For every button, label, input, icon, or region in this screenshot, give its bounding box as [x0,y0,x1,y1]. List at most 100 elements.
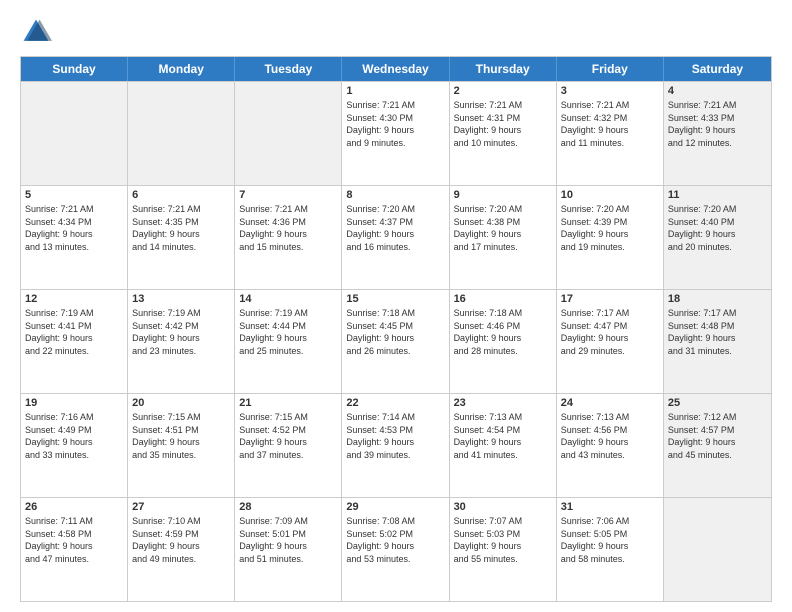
cal-cell-13: 13 Sunrise: 7:19 AMSunset: 4:42 PMDayligh… [128,290,235,393]
day-number: 10 [561,189,659,201]
cell-info: Sunrise: 7:21 AMSunset: 4:30 PMDaylight:… [346,99,444,149]
cal-cell-17: 17Sunrise: 7:17 AMSunset: 4:47 PMDayligh… [557,290,664,393]
cal-cell-26: 26Sunrise: 7:11 AMSunset: 4:58 PMDayligh… [21,498,128,601]
cal-cell-12: 12 Sunrise: 7:19 AMSunset: 4:41 PMDayligh… [21,290,128,393]
day-number: 31 [561,501,659,513]
cal-cell-30: 30 Sunrise: 7:07 AMSunset: 5:03 PMDayligh… [450,498,557,601]
cal-cell-22: 22 Sunrise: 7:14 AMSunset: 4:53 PMDayligh… [342,394,449,497]
logo-icon [20,16,52,48]
cal-cell-empty-0-2 [235,82,342,185]
day-number: 14 [239,293,337,305]
cal-cell-2: 2Sunrise: 7:21 AMSunset: 4:31 PMDaylight… [450,82,557,185]
day-number: 7 [239,189,337,201]
cal-header-monday: Monday [128,57,235,81]
cell-info: Sunrise: 7:20 AMSunset: 4:39 PMDaylight:… [561,203,659,253]
cal-cell-27: 27 Sunrise: 7:10 AMSunset: 4:59 PMDayligh… [128,498,235,601]
cal-cell-empty-4-6 [664,498,771,601]
cal-cell-23: 23 Sunrise: 7:13 AMSunset: 4:54 PMDayligh… [450,394,557,497]
cal-cell-7: 7 Sunrise: 7:21 AMSunset: 4:36 PMDaylight… [235,186,342,289]
page: SundayMondayTuesdayWednesdayThursdayFrid… [0,0,792,612]
cal-week-3: 12 Sunrise: 7:19 AMSunset: 4:41 PMDayligh… [21,289,771,393]
cal-cell-6: 6 Sunrise: 7:21 AMSunset: 4:35 PMDaylight… [128,186,235,289]
cell-info: Sunrise: 7:15 AMSunset: 4:52 PMDaylight:… [239,411,337,461]
cal-cell-empty-0-1 [128,82,235,185]
day-number: 16 [454,293,552,305]
day-number: 17 [561,293,659,305]
cal-cell-9: 9Sunrise: 7:20 AMSunset: 4:38 PMDaylight… [450,186,557,289]
day-number: 18 [668,293,767,305]
cal-week-1: 1Sunrise: 7:21 AMSunset: 4:30 PMDaylight… [21,81,771,185]
cell-info: Sunrise: 7:21 AMSunset: 4:34 PMDaylight:… [25,203,123,253]
cal-cell-24: 24 Sunrise: 7:13 AMSunset: 4:56 PMDayligh… [557,394,664,497]
cell-info: Sunrise: 7:16 AMSunset: 4:49 PMDaylight:… [25,411,123,461]
cal-header-sunday: Sunday [21,57,128,81]
cal-cell-11: 11 Sunrise: 7:20 AMSunset: 4:40 PMDayligh… [664,186,771,289]
day-number: 3 [561,85,659,97]
day-number: 21 [239,397,337,409]
day-number: 24 [561,397,659,409]
cell-info: Sunrise: 7:20 AMSunset: 4:38 PMDaylight:… [454,203,552,253]
cell-info: Sunrise: 7:07 AMSunset: 5:03 PMDaylight:… [454,515,552,565]
cell-info: Sunrise: 7:14 AMSunset: 4:53 PMDaylight:… [346,411,444,461]
cal-cell-21: 21 Sunrise: 7:15 AMSunset: 4:52 PMDayligh… [235,394,342,497]
day-number: 11 [668,189,767,201]
cal-cell-14: 14 Sunrise: 7:19 AMSunset: 4:44 PMDayligh… [235,290,342,393]
cal-week-4: 19Sunrise: 7:16 AMSunset: 4:49 PMDayligh… [21,393,771,497]
cal-cell-5: 5 Sunrise: 7:21 AMSunset: 4:34 PMDaylight… [21,186,128,289]
cal-cell-16: 16 Sunrise: 7:18 AMSunset: 4:46 PMDayligh… [450,290,557,393]
header [20,16,772,48]
cell-info: Sunrise: 7:19 AMSunset: 4:44 PMDaylight:… [239,307,337,357]
cell-info: Sunrise: 7:19 AMSunset: 4:41 PMDaylight:… [25,307,123,357]
cal-cell-4: 4 Sunrise: 7:21 AMSunset: 4:33 PMDaylight… [664,82,771,185]
cal-cell-18: 18Sunrise: 7:17 AMSunset: 4:48 PMDayligh… [664,290,771,393]
cal-cell-15: 15 Sunrise: 7:18 AMSunset: 4:45 PMDayligh… [342,290,449,393]
cell-info: Sunrise: 7:13 AMSunset: 4:54 PMDaylight:… [454,411,552,461]
cell-info: Sunrise: 7:20 AMSunset: 4:40 PMDaylight:… [668,203,767,253]
cell-info: Sunrise: 7:19 AMSunset: 4:42 PMDaylight:… [132,307,230,357]
day-number: 6 [132,189,230,201]
cal-cell-3: 3 Sunrise: 7:21 AMSunset: 4:32 PMDaylight… [557,82,664,185]
day-number: 27 [132,501,230,513]
cell-info: Sunrise: 7:21 AMSunset: 4:36 PMDaylight:… [239,203,337,253]
calendar-body: 1Sunrise: 7:21 AMSunset: 4:30 PMDaylight… [21,81,771,601]
cal-cell-8: 8Sunrise: 7:20 AMSunset: 4:37 PMDaylight… [342,186,449,289]
cal-cell-19: 19Sunrise: 7:16 AMSunset: 4:49 PMDayligh… [21,394,128,497]
cal-header-thursday: Thursday [450,57,557,81]
cell-info: Sunrise: 7:18 AMSunset: 4:45 PMDaylight:… [346,307,444,357]
day-number: 5 [25,189,123,201]
day-number: 20 [132,397,230,409]
cell-info: Sunrise: 7:09 AMSunset: 5:01 PMDaylight:… [239,515,337,565]
day-number: 22 [346,397,444,409]
cell-info: Sunrise: 7:13 AMSunset: 4:56 PMDaylight:… [561,411,659,461]
day-number: 13 [132,293,230,305]
cal-header-wednesday: Wednesday [342,57,449,81]
cal-cell-empty-0-0 [21,82,128,185]
cal-cell-20: 20Sunrise: 7:15 AMSunset: 4:51 PMDayligh… [128,394,235,497]
cell-info: Sunrise: 7:06 AMSunset: 5:05 PMDaylight:… [561,515,659,565]
cal-cell-25: 25Sunrise: 7:12 AMSunset: 4:57 PMDayligh… [664,394,771,497]
cal-header-saturday: Saturday [664,57,771,81]
cal-cell-29: 29Sunrise: 7:08 AMSunset: 5:02 PMDayligh… [342,498,449,601]
cell-info: Sunrise: 7:10 AMSunset: 4:59 PMDaylight:… [132,515,230,565]
day-number: 30 [454,501,552,513]
cal-week-5: 26Sunrise: 7:11 AMSunset: 4:58 PMDayligh… [21,497,771,601]
cal-cell-10: 10 Sunrise: 7:20 AMSunset: 4:39 PMDayligh… [557,186,664,289]
cal-cell-1: 1Sunrise: 7:21 AMSunset: 4:30 PMDaylight… [342,82,449,185]
calendar-header-row: SundayMondayTuesdayWednesdayThursdayFrid… [21,57,771,81]
cal-cell-28: 28 Sunrise: 7:09 AMSunset: 5:01 PMDayligh… [235,498,342,601]
day-number: 2 [454,85,552,97]
calendar: SundayMondayTuesdayWednesdayThursdayFrid… [20,56,772,602]
cell-info: Sunrise: 7:21 AMSunset: 4:35 PMDaylight:… [132,203,230,253]
cell-info: Sunrise: 7:21 AMSunset: 4:33 PMDaylight:… [668,99,767,149]
cell-info: Sunrise: 7:12 AMSunset: 4:57 PMDaylight:… [668,411,767,461]
day-number: 15 [346,293,444,305]
cell-info: Sunrise: 7:18 AMSunset: 4:46 PMDaylight:… [454,307,552,357]
cal-header-friday: Friday [557,57,664,81]
day-number: 12 [25,293,123,305]
cell-info: Sunrise: 7:08 AMSunset: 5:02 PMDaylight:… [346,515,444,565]
day-number: 4 [668,85,767,97]
cell-info: Sunrise: 7:20 AMSunset: 4:37 PMDaylight:… [346,203,444,253]
cell-info: Sunrise: 7:21 AMSunset: 4:32 PMDaylight:… [561,99,659,149]
day-number: 23 [454,397,552,409]
day-number: 28 [239,501,337,513]
